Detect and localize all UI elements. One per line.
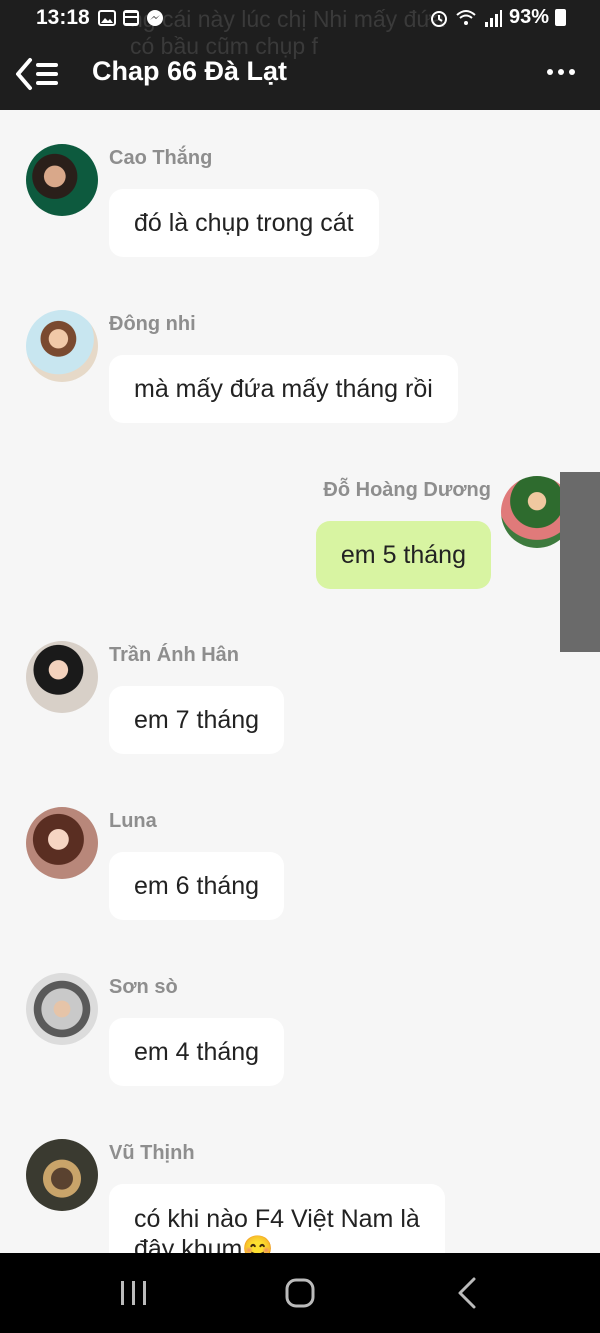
message-bubble[interactable]: mà mấy đứa mấy tháng rồi [109, 355, 458, 423]
message-bubble[interactable]: em 4 tháng [109, 1018, 285, 1086]
more-dot [569, 69, 575, 75]
sender-name: Đông nhi [109, 313, 196, 335]
gallery-notification-icon [98, 10, 116, 26]
recent-apps-icon [121, 1281, 146, 1305]
avatar[interactable] [26, 641, 98, 713]
back-button[interactable] [14, 56, 64, 92]
message-bubble[interactable]: em 6 tháng [109, 852, 285, 920]
sender-name: Đỗ Hoàng Dương [323, 479, 491, 501]
nav-back-button[interactable] [448, 1273, 488, 1313]
more-dot [558, 69, 564, 75]
system-nav-bar [0, 1253, 600, 1333]
sender-name: Vũ Thịnh [109, 1142, 195, 1164]
messenger-notification-icon [147, 10, 163, 26]
nav-back-icon [458, 1277, 476, 1309]
avatar[interactable] [26, 807, 98, 879]
sender-name: Luna [109, 810, 157, 832]
signal-icon [484, 9, 502, 27]
chat-title: Chap 66 Đà Lạt [92, 56, 288, 86]
back-list-icon [16, 58, 58, 90]
battery-icon [555, 9, 566, 26]
message-bubble[interactable]: em 7 tháng [109, 686, 285, 754]
status-time: 13:18 [36, 6, 90, 29]
avatar[interactable] [26, 144, 98, 216]
message-list[interactable]: Cao Thắng đó là chụp trong cát Đông nhi … [0, 110, 600, 1253]
chat-screen: ng cái này lúc chị Nhi mấy đứa có bầu cũ… [0, 0, 600, 1333]
more-options-button[interactable] [544, 59, 578, 85]
more-dots-icon [547, 69, 553, 75]
avatar[interactable] [26, 310, 98, 382]
avatar[interactable] [26, 1139, 98, 1211]
sender-name: Trần Ánh Hân [109, 644, 240, 666]
home-icon [285, 1278, 315, 1308]
message-bubble[interactable]: có khi nào F4 Việt Nam là đây khum😊 [109, 1184, 445, 1253]
notification-icons [98, 9, 164, 27]
message-line: có khi nào F4 Việt Nam là [134, 1205, 420, 1233]
recent-apps-button[interactable] [114, 1273, 154, 1313]
home-button[interactable] [280, 1273, 320, 1313]
wifi-icon [456, 9, 476, 25]
sender-name: Sơn sò [109, 976, 178, 998]
status-bar: 13:18 93% [0, 0, 600, 36]
status-right: 93% [429, 6, 566, 29]
avatar[interactable] [26, 973, 98, 1045]
alarm-icon [430, 10, 447, 27]
edge-panel-handle[interactable] [560, 472, 600, 652]
top-bar: ng cái này lúc chị Nhi mấy đứa có bầu cũ… [0, 0, 600, 110]
battery-percent: 93% [508, 6, 549, 28]
message-line: đây khum😊 [134, 1235, 274, 1253]
baomoi-notification-icon [123, 10, 139, 26]
message-bubble[interactable]: em 5 tháng [315, 521, 491, 589]
sender-name: Cao Thắng [109, 147, 213, 169]
message-bubble[interactable]: đó là chụp trong cát [109, 189, 379, 257]
